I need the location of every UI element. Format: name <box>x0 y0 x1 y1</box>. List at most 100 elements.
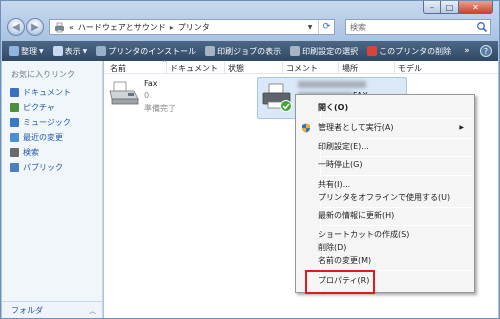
menu-item-rename[interactable]: 名前の変更(M) <box>298 254 472 267</box>
print-settings-button[interactable]: 印刷設定の選択 <box>287 44 361 59</box>
refresh-icon[interactable]: ⟳ <box>318 20 334 34</box>
submenu-arrow-icon: ▶ <box>459 124 464 131</box>
search-folder-icon <box>10 148 19 157</box>
help-icon[interactable]: ? <box>480 45 492 57</box>
fav-link-label: 最近の変更 <box>23 133 63 142</box>
menu-item-create-shortcut[interactable]: ショートカットの作成(S) <box>298 228 472 241</box>
minimize-button[interactable]: – <box>423 1 441 14</box>
delete-printer-icon <box>367 46 378 56</box>
menu-separator <box>322 207 472 208</box>
toolbar-overflow-button[interactable]: » <box>461 44 473 58</box>
favorite-links-list: ドキュメント ピクチャ ミュージック 最近の変更 検索 パブリック <box>10 85 71 175</box>
command-toolbar: 整理 ▼ 表示 ▼ プリンタのインストール 印刷ジョブの表示 印刷設定の選択 こ… <box>2 41 498 61</box>
column-divider[interactable] <box>394 62 395 73</box>
chevron-down-icon: ▼ <box>82 47 88 55</box>
add-printer-label: プリンタのインストール <box>108 46 197 56</box>
fav-link-label: 検索 <box>23 148 39 157</box>
breadcrumb-separator-icon[interactable]: ▸ <box>170 23 174 32</box>
navigation-bar: ◀ ▶ « ハードウェアとサウンド ▸ プリンタ ▼ ⟳ 検索 <box>5 17 495 37</box>
redacted-printer-name <box>298 81 366 88</box>
menu-item-open[interactable]: 開く(O) <box>298 101 472 114</box>
column-divider[interactable] <box>282 62 283 73</box>
printer-item-fax[interactable]: Fax 0 準備完了 <box>108 77 208 117</box>
back-button[interactable]: ◀ <box>7 18 25 36</box>
fav-link-label: ピクチャ <box>23 103 55 112</box>
column-divider[interactable] <box>338 62 339 73</box>
forward-arrow-icon: ▶ <box>31 21 39 33</box>
breadcrumb-printers[interactable]: プリンタ <box>178 22 210 33</box>
window-controls: – □ ✕ <box>423 1 493 14</box>
views-label: 表示 <box>64 46 81 56</box>
address-dropdown-icon[interactable]: ▼ <box>304 20 316 34</box>
breadcrumb-hardware-sound[interactable]: ハードウェアとサウンド <box>78 22 166 33</box>
back-arrow-icon: ◀ <box>12 21 20 33</box>
breadcrumb-overflow[interactable]: « <box>69 23 74 32</box>
fav-link-public[interactable]: パブリック <box>10 160 71 175</box>
folders-label: フォルダ <box>11 305 43 315</box>
pictures-icon <box>10 103 19 112</box>
printer-folder-icon <box>55 22 64 32</box>
column-divider[interactable] <box>224 62 225 73</box>
fav-link-search[interactable]: 検索 <box>10 145 71 160</box>
menu-item-use-offline[interactable]: プリンタをオフラインで使用する(U) <box>298 191 472 204</box>
organize-button[interactable]: 整理 ▼ <box>6 44 47 59</box>
search-icon[interactable] <box>476 21 488 33</box>
favorite-links-heading: お気に入りリンク <box>11 70 75 79</box>
column-documents[interactable]: ドキュメント <box>170 63 218 74</box>
navigation-pane: お気に入りリンク ドキュメント ピクチャ ミュージック 最近の変更 検索 パブリ… <box>2 61 103 318</box>
chevron-down-icon: ▼ <box>39 47 44 55</box>
menu-separator <box>322 138 472 139</box>
menu-item-sharing[interactable]: 共有(I)... <box>298 178 472 191</box>
organize-label: 整理 <box>21 46 37 56</box>
add-printer-icon <box>96 46 107 56</box>
delete-printer-label: このプリンタの削除 <box>379 46 452 56</box>
folders-toggle[interactable]: フォルダ ︿ <box>2 301 102 318</box>
fav-link-pictures[interactable]: ピクチャ <box>10 100 71 115</box>
chevron-up-icon: ︿ <box>89 307 96 315</box>
fav-link-documents[interactable]: ドキュメント <box>10 85 71 100</box>
search-placeholder: 検索 <box>350 22 366 32</box>
fax-icon <box>109 81 139 105</box>
column-status[interactable]: 状態 <box>228 63 244 74</box>
menu-separator <box>322 118 472 119</box>
menu-item-delete[interactable]: 削除(D) <box>298 241 472 254</box>
column-location[interactable]: 場所 <box>342 63 358 74</box>
search-input[interactable]: 検索 <box>345 19 491 35</box>
address-bar[interactable]: « ハードウェアとサウンド ▸ プリンタ ▼ ⟳ <box>49 19 335 35</box>
print-jobs-icon <box>205 46 216 56</box>
documents-icon <box>10 88 19 97</box>
column-divider[interactable] <box>166 62 167 73</box>
column-name[interactable]: 名前 <box>110 63 126 74</box>
menu-item-run-as-admin[interactable]: 管理者として実行(A) ▶ <box>298 121 472 134</box>
views-button[interactable]: 表示 ▼ <box>50 44 91 59</box>
properties-highlight-box <box>305 270 375 294</box>
menu-item-printing-preferences[interactable]: 印刷設定(E)... <box>298 140 472 153</box>
music-icon <box>10 118 19 127</box>
public-icon <box>10 163 19 172</box>
add-printer-button[interactable]: プリンタのインストール <box>93 44 199 59</box>
delete-printer-button[interactable]: このプリンタの削除 <box>364 44 454 59</box>
explorer-window: – □ ✕ ◀ ▶ « ハードウェアとサウンド ▸ プリンタ ▼ ⟳ 検索 整理… <box>0 0 500 319</box>
menu-item-pause[interactable]: 一時停止(G) <box>298 158 472 171</box>
fav-link-label: パブリック <box>23 163 63 172</box>
column-comment[interactable]: コメント <box>286 63 318 74</box>
fav-link-recent[interactable]: 最近の変更 <box>10 130 71 145</box>
print-settings-icon <box>290 46 301 56</box>
recent-icon <box>10 133 19 142</box>
context-menu: 開く(O) 管理者として実行(A) ▶ 印刷設定(E)... 一時停止(G) 共… <box>295 94 475 293</box>
close-button[interactable]: ✕ <box>459 1 493 14</box>
printer-status: 準備完了 <box>144 104 176 113</box>
column-headers: 名前 ^ ドキュメント 状態 コメント 場所 モデル <box>104 60 498 74</box>
maximize-button[interactable]: □ <box>441 1 459 14</box>
menu-item-refresh[interactable]: 最新の情報に更新(H) <box>298 209 472 222</box>
fav-link-music[interactable]: ミュージック <box>10 115 71 130</box>
views-icon <box>52 46 63 56</box>
fav-link-label: ドキュメント <box>23 88 71 97</box>
printer-default-icon <box>262 83 292 112</box>
menu-separator <box>322 175 472 176</box>
document-count: 0 <box>144 91 150 100</box>
print-jobs-button[interactable]: 印刷ジョブの表示 <box>202 44 284 59</box>
forward-button[interactable]: ▶ <box>26 18 44 36</box>
column-model[interactable]: モデル <box>398 63 422 74</box>
organize-icon <box>9 46 19 56</box>
